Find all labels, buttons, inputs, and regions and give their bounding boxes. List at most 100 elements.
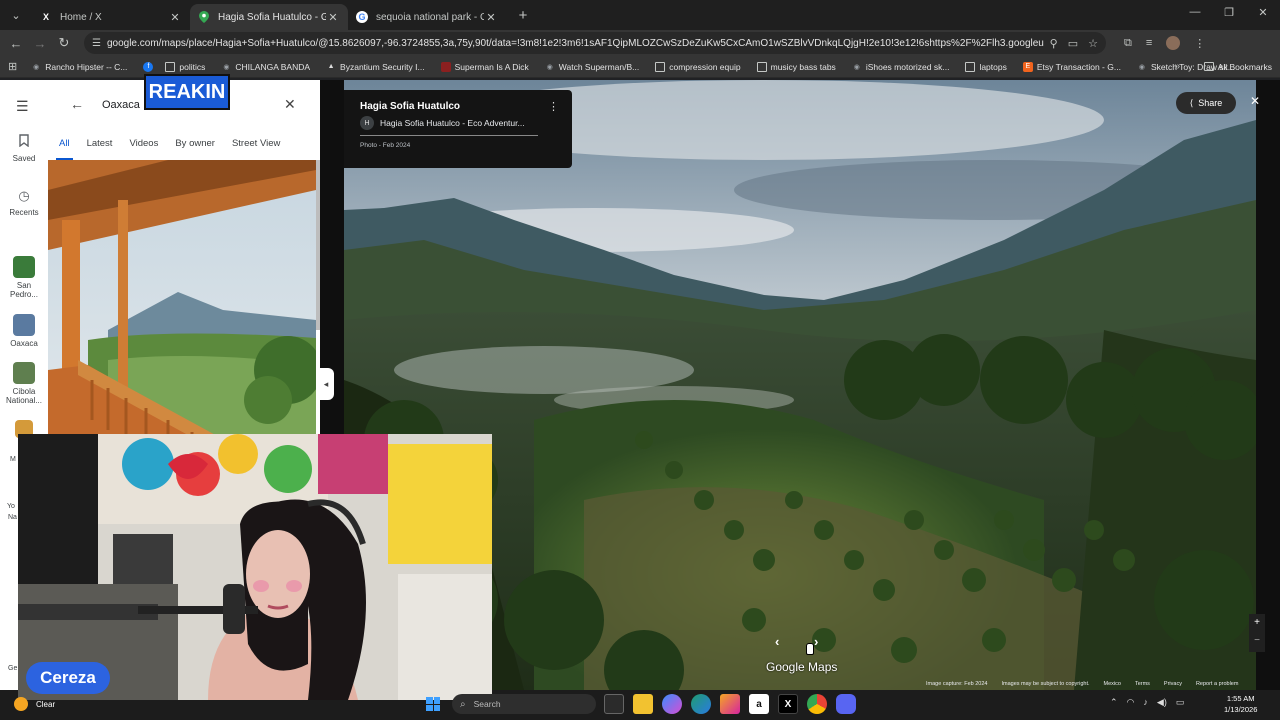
previous-photo-chevron-icon[interactable]: ‹ [775,634,779,649]
attrib-country[interactable]: Mexico [1104,681,1121,687]
tab-close-icon[interactable]: ✕ [484,11,498,24]
weather-widget[interactable]: Clear [14,697,55,711]
edge-icon[interactable] [691,694,711,714]
bookmark-item[interactable]: ◉ Rancho Hipster -- C... [31,62,127,72]
new-tab-button[interactable]: + [512,4,534,26]
network-icon[interactable]: ◠ [1127,697,1135,708]
bookmark-item[interactable]: E Etsy Transaction - G... [1022,61,1121,72]
folder-icon [756,61,767,72]
attrib-privacy[interactable]: Privacy [1164,681,1182,687]
bookmark-item[interactable]: ◉ CHILANGA BANDA [221,62,310,72]
back-arrow-icon[interactable]: ← [70,96,84,112]
file-explorer-icon[interactable] [633,694,653,714]
bookmarks-overflow-icon[interactable]: » [1174,61,1180,72]
cast-icon[interactable]: ▭ [1068,37,1078,50]
attrib-copyright: Images may be subject to copyright. [1001,681,1090,687]
toolbar-right: ⧉ ≡ ⋮ [1124,36,1205,50]
place-thumbnail [13,362,35,384]
bookmark-item[interactable]: laptops [965,61,1007,72]
close-icon[interactable]: ✕ [1250,94,1260,108]
tab-hagia-sofia[interactable]: Hagia Sofia Huatulco - Google ✕ [190,4,348,30]
copilot-icon[interactable] [662,694,682,714]
reload-icon[interactable]: ↻ [52,32,76,54]
browser-menu-icon[interactable]: ⋮ [1194,37,1205,50]
zoom-in-icon[interactable]: + [1249,614,1265,632]
tab-search-chevron-icon[interactable]: ⌄ [4,3,28,27]
back-arrow-icon[interactable]: ← [4,32,28,54]
rail-recents[interactable]: ◷ Recents [0,188,48,217]
chrome-icon[interactable] [807,694,827,714]
tray-overflow-icon[interactable]: ⌃ [1110,697,1118,708]
bookmark-item[interactable]: musicy bass tabs [756,61,836,72]
more-options-icon[interactable]: ⋮ [548,100,559,113]
profile-avatar-icon[interactable] [1166,36,1181,50]
volume-icon[interactable]: ◀) [1157,697,1167,708]
discord-icon[interactable] [836,694,856,714]
instagram-icon[interactable] [720,694,740,714]
tab-close-icon[interactable]: ✕ [168,11,182,24]
media-controls-icon[interactable]: ≡ [1146,37,1152,49]
tab-all[interactable]: All [56,138,73,160]
photo-owner[interactable]: H Hagia Sofia Huatulco - Eco Adventur... [360,116,525,130]
bookmark-item[interactable]: compression equip [655,61,741,72]
amazon-icon[interactable]: a [749,694,769,714]
rail-label-fragment: M [10,456,16,463]
place-thumbnail [13,314,35,336]
bookmark-item[interactable]: ▲ Byzantium Security I... [326,62,425,72]
folder-icon [165,61,176,72]
tab-street-view[interactable]: Street View [232,138,280,160]
tab-sequoia[interactable]: G sequoia national park - Google ✕ [348,4,506,30]
close-icon[interactable]: ✕ [284,96,296,113]
attrib-report[interactable]: Report a problem [1196,681,1239,687]
taskbar-search[interactable]: ⌕ Search [452,694,596,714]
tab-by-owner[interactable]: By owner [175,138,215,160]
tab-x-home[interactable]: X Home / X ✕ [32,4,190,30]
all-bookmarks[interactable]: All Bookmarks [1203,62,1272,72]
search-placeholder: Search [473,699,501,709]
collapse-panel-button[interactable]: ◂ [318,368,334,400]
attrib-capture: Image capture: Feb 2024 [926,681,988,687]
url-text[interactable]: google.com/maps/place/Hagia+Sofia+Huatul… [107,38,1044,49]
globe-icon: ◉ [223,63,230,71]
tab-latest[interactable]: Latest [87,138,113,160]
windows-start-icon[interactable] [426,697,440,711]
next-photo-chevron-icon[interactable]: › [814,634,818,649]
task-view-icon[interactable] [604,694,624,714]
bookmark-star-icon[interactable]: ☆ [1088,37,1098,50]
bookmark-item[interactable]: politics [165,61,205,72]
attrib-terms[interactable]: Terms [1135,681,1150,687]
owner-avatar: H [360,116,374,130]
extensions-icon[interactable]: ⧉ [1124,37,1132,50]
rail-recent-place[interactable]: San Pedro... [0,256,48,299]
video-icon [440,61,451,72]
rail-saved[interactable]: Saved [0,134,48,163]
apps-grid-icon[interactable]: ⊞ [8,60,17,73]
folder-icon [1203,62,1214,71]
globe-icon: ◉ [1138,63,1145,71]
minimize-icon[interactable]: — [1178,6,1212,19]
location-pin-icon[interactable]: ⚲ [1050,37,1058,50]
rail-recent-place[interactable]: Cibola National... [0,362,48,405]
microphone-icon[interactable]: ♪ [1143,697,1148,708]
battery-icon[interactable]: ▭ [1176,697,1185,708]
bookmark-item[interactable]: f [143,61,157,72]
forward-arrow-icon[interactable]: → [28,32,52,54]
zoom-out-icon[interactable]: − [1249,632,1265,650]
tab-videos[interactable]: Videos [129,138,158,160]
x-app-icon[interactable]: X [778,694,798,714]
address-bar[interactable]: ☰ google.com/maps/place/Hagia+Sofia+Huat… [84,32,1106,54]
tab-close-icon[interactable]: ✕ [326,11,340,24]
menu-hamburger-icon[interactable]: ☰ [16,98,29,115]
share-icon: ⟨ [1189,97,1194,108]
taskbar-clock[interactable]: 1:55 AM 1/13/2026 [1224,693,1257,715]
place-name[interactable]: Hagia Sofia Huatulco [360,101,460,112]
bookmark-item[interactable]: ◉ Watch Superman/B... [545,62,640,72]
bookmark-item[interactable]: ◉ iShoes motorized sk... [852,62,950,72]
clock-time: 1:55 AM [1226,694,1255,703]
rail-recent-place[interactable]: Oaxaca [0,314,48,348]
share-button[interactable]: ⟨ Share [1176,92,1236,114]
restore-icon[interactable]: ❐ [1212,6,1246,19]
site-info-icon[interactable]: ☰ [92,38,101,49]
bookmark-item[interactable]: Superman Is A Dick [440,61,529,72]
close-window-icon[interactable]: ✕ [1246,6,1280,19]
